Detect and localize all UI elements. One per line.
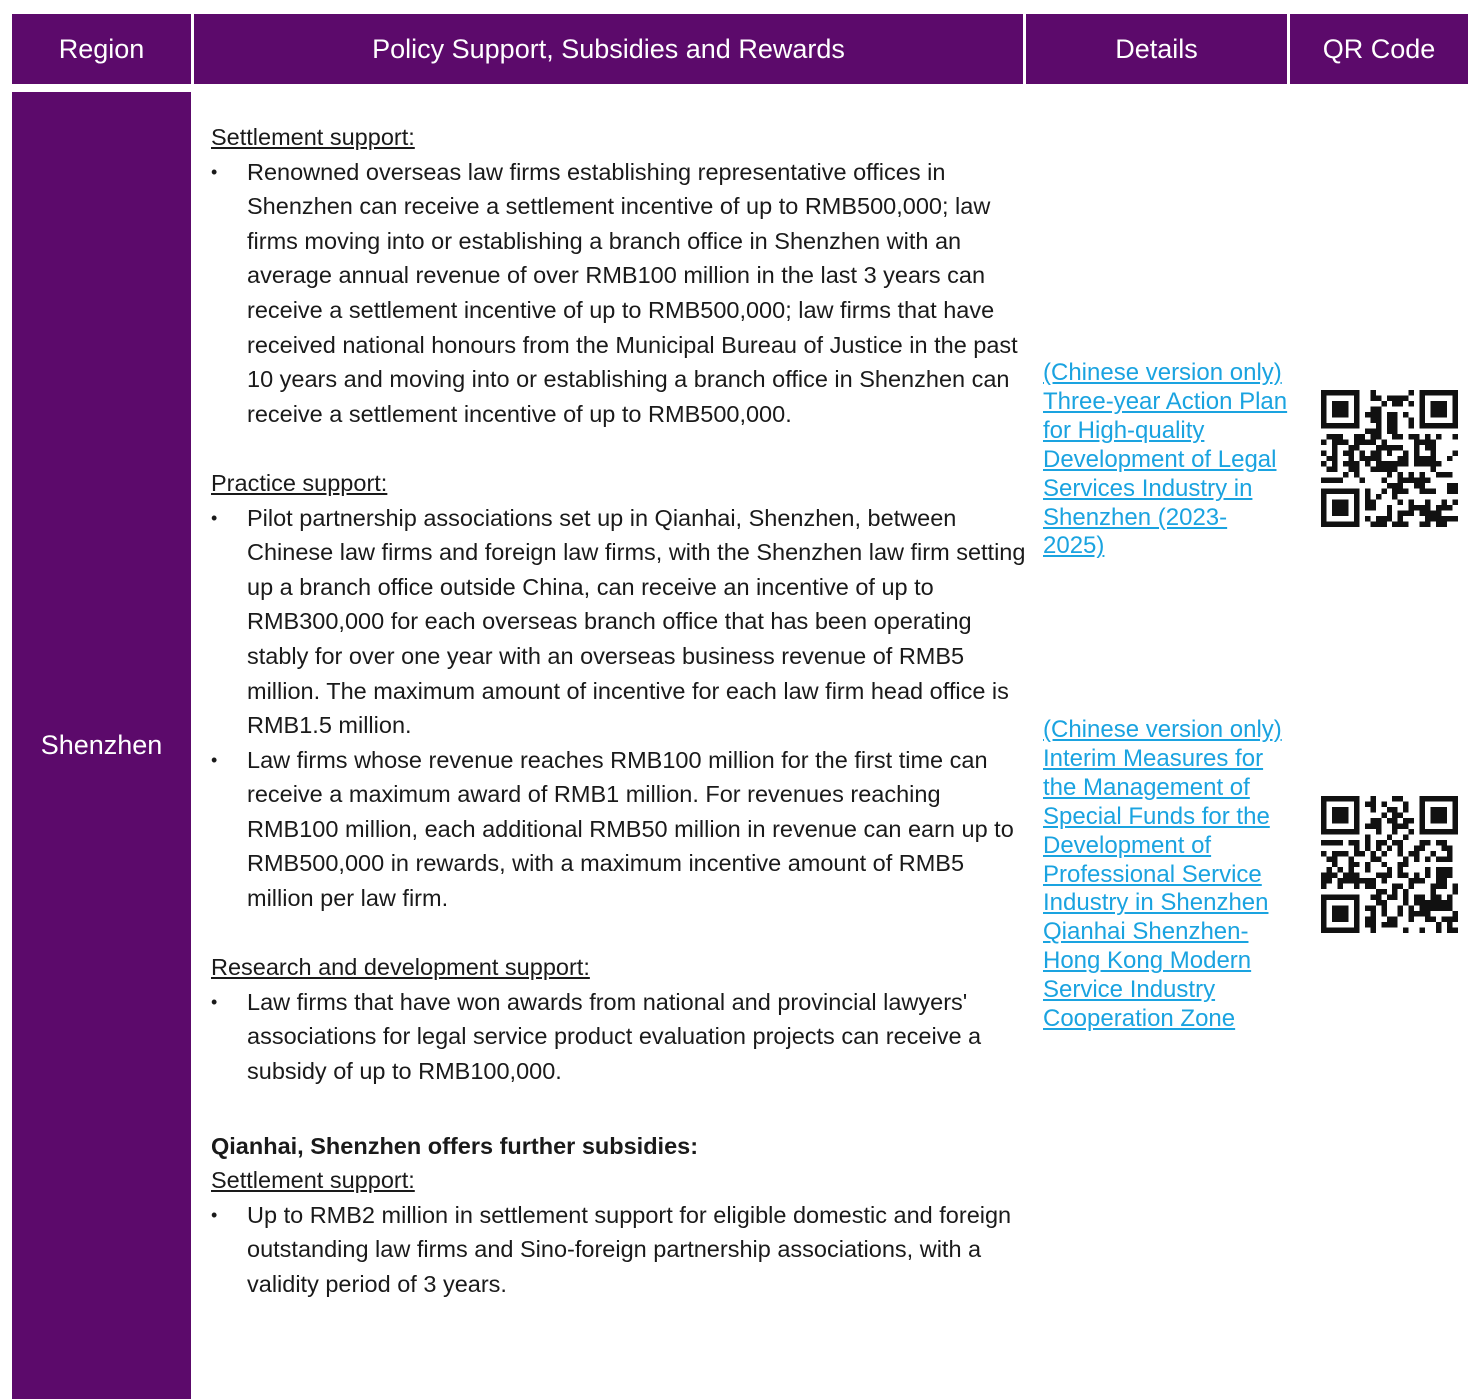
qianhai-heading: Qianhai, Shenzhen offers further subsidi…: [211, 1132, 699, 1159]
qianhai-settlement-title: Settlement support:: [211, 1167, 415, 1194]
research-support-list: Law firms that have won awards from nati…: [211, 985, 1026, 1089]
list-item: Law firms that have won awards from nati…: [211, 985, 1026, 1089]
list-item: Up to RMB2 million in settlement support…: [211, 1198, 1026, 1302]
research-support-title: Research and development support:: [211, 954, 590, 981]
header-region: Region: [12, 14, 191, 84]
settlement-support-list: Renowned overseas law firms establishing…: [211, 155, 1026, 432]
action-plan-link[interactable]: (Chinese version only) Three-year Action…: [1043, 359, 1288, 561]
header-qr-code: QR Code: [1290, 14, 1468, 84]
qr-code-action-plan[interactable]: [1321, 390, 1458, 527]
interim-measures-link[interactable]: (Chinese version only) Interim Measures …: [1043, 716, 1288, 1034]
list-item: Renowned overseas law firms establishing…: [211, 155, 1026, 432]
qr-code-interim-measures[interactable]: [1321, 796, 1458, 933]
practice-support-title: Practice support:: [211, 469, 388, 496]
header-details: Details: [1026, 14, 1287, 84]
qianhai-settlement-list: Up to RMB2 million in settlement support…: [211, 1198, 1026, 1302]
list-item: Law firms whose revenue reaches RMB100 m…: [211, 743, 1026, 916]
list-item: Pilot partnership associations set up in…: [211, 501, 1026, 743]
header-policy: Policy Support, Subsidies and Rewards: [194, 14, 1023, 84]
region-cell: Shenzhen: [12, 92, 191, 1399]
region-label: Shenzhen: [40, 730, 163, 760]
practice-support-list: Pilot partnership associations set up in…: [211, 501, 1026, 916]
settlement-support-title: Settlement support:: [211, 124, 415, 150]
policy-content: Settlement support: Renowned overseas la…: [211, 120, 1026, 1302]
